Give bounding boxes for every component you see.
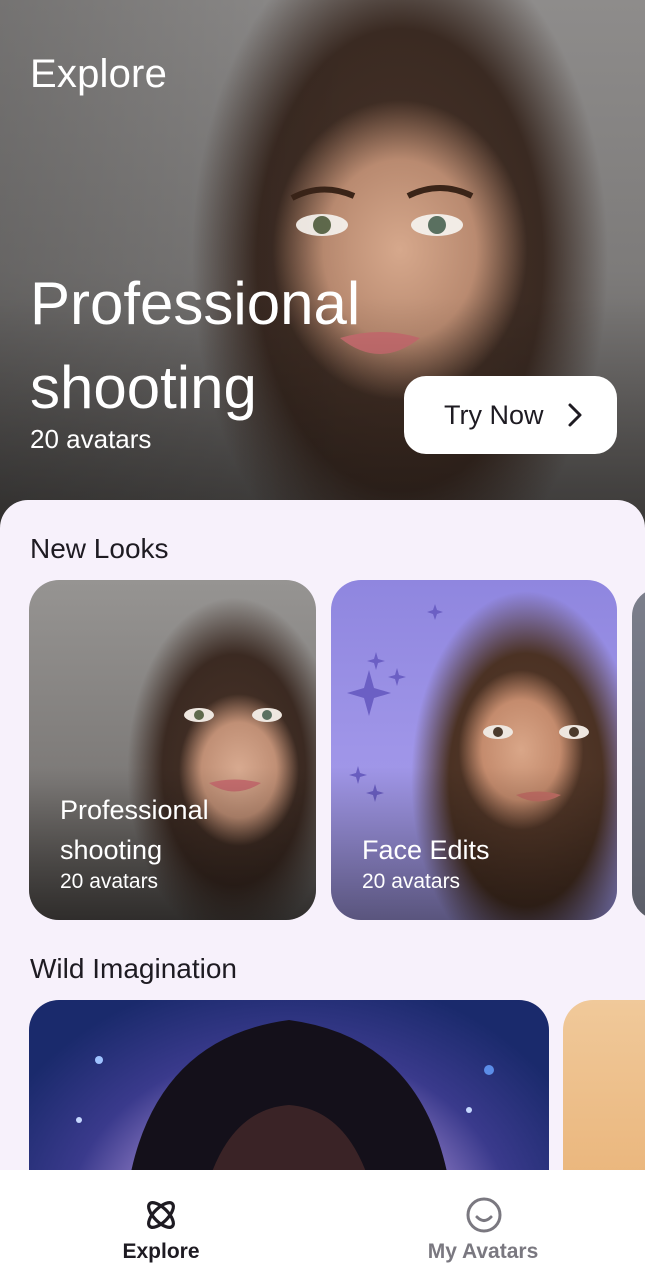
try-now-label: Try Now xyxy=(444,399,544,430)
content-sheet: New Looks Professional shooting 20 avata… xyxy=(0,500,645,1170)
nav-label-my-avatars: My Avatars xyxy=(427,1240,539,1263)
page-title: Explore xyxy=(30,52,168,96)
try-now-button[interactable]: Try Now xyxy=(404,376,617,454)
nav-item-my-avatars[interactable]: My Avatars xyxy=(322,1170,644,1280)
card-face-edits[interactable]: Face Edits 20 avatars xyxy=(331,580,617,920)
card-wild-imagination[interactable] xyxy=(29,1000,549,1170)
nav-label-explore: Explore xyxy=(122,1240,200,1263)
section-title-wild-imagination: Wild Imagination xyxy=(30,953,237,984)
card-professional-shooting[interactable]: Professional shooting 20 avatars xyxy=(29,580,316,920)
card-next-partial[interactable] xyxy=(563,1000,645,1170)
section-title-new-looks: New Looks xyxy=(30,533,169,564)
hero-title: Professional shooting xyxy=(30,270,361,421)
atom-icon xyxy=(147,1201,175,1229)
card-next-partial[interactable] xyxy=(632,588,645,920)
card-wild-image xyxy=(76,1020,494,1170)
bottom-navigation: Explore My Avatars xyxy=(0,1170,645,1280)
card-title: Face Edits xyxy=(362,835,490,865)
card-title: Professional shooting xyxy=(60,795,209,865)
card-avatar-count: 20 avatars xyxy=(362,870,461,893)
nav-item-explore[interactable]: Explore xyxy=(0,1170,322,1280)
chevron-right-icon xyxy=(568,403,582,427)
hero-avatar-count: 20 avatars xyxy=(30,424,152,454)
smiley-face-icon xyxy=(466,1197,502,1233)
hero-banner[interactable]: Explore Professional shooting 20 avatars… xyxy=(0,0,645,540)
card-avatar-count: 20 avatars xyxy=(60,870,159,893)
